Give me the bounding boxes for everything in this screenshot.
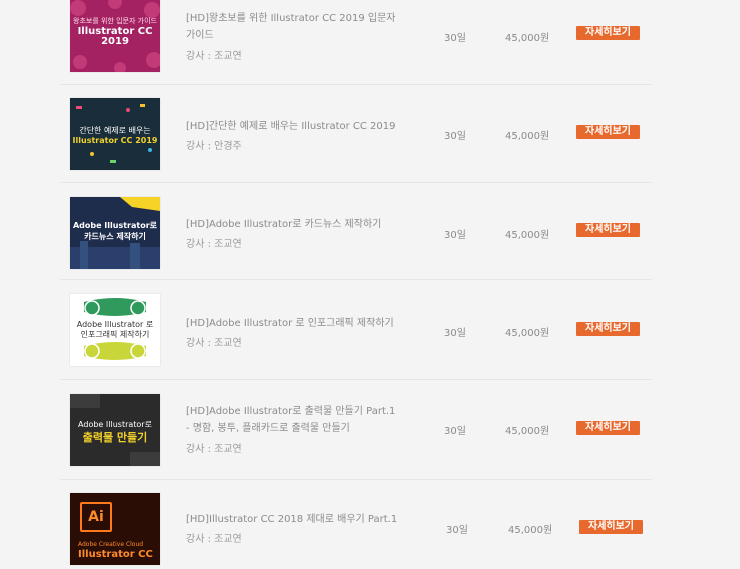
course-duration: 30일 bbox=[444, 426, 466, 437]
details-button[interactable]: 자세히보기 bbox=[576, 421, 640, 435]
thumbnail-title: Illustrator CC 2019 bbox=[72, 136, 158, 145]
course-thumbnail[interactable]: Adobe Illustrator로 카드뉴스 제작하기 bbox=[70, 197, 160, 269]
details-button[interactable]: 자세히보기 bbox=[576, 125, 640, 139]
details-button[interactable]: 자세히보기 bbox=[579, 520, 643, 534]
course-duration: 30일 bbox=[444, 131, 466, 142]
course-teacher: 강사 : 조교연 bbox=[186, 444, 242, 455]
course-thumbnail[interactable]: Adobe Illustrator로 출력물 만들기 bbox=[70, 394, 160, 466]
thumbnail-subtitle: 인포그래픽 제작하기 bbox=[80, 330, 150, 339]
course-thumbnail[interactable]: 왕초보를 위한 입문자 가이드 Illustrator CC 2019 bbox=[70, 0, 160, 72]
course-teacher: 강사 : 조교연 bbox=[186, 338, 242, 349]
details-button[interactable]: 자세히보기 bbox=[576, 26, 640, 40]
course-title[interactable]: [HD]Adobe Illustrator 로 인포그래픽 제작하기 bbox=[186, 315, 401, 332]
course-title[interactable]: [HD]Adobe Illustrator로 출력물 만들기 Part.1 - … bbox=[186, 403, 401, 437]
course-row: Ai Adobe Creative Cloud Illustrator CC [… bbox=[60, 479, 652, 569]
course-row: 왕초보를 위한 입문자 가이드 Illustrator CC 2019 [HD]… bbox=[60, 0, 652, 85]
course-thumbnail[interactable]: Adobe Illustrator 로 인포그래픽 제작하기 bbox=[70, 294, 160, 366]
course-teacher: 강사 : 조교연 bbox=[186, 239, 242, 250]
course-thumbnail[interactable]: 간단한 예제로 배우는 Illustrator CC 2019 bbox=[70, 98, 160, 170]
course-duration: 30일 bbox=[446, 525, 468, 536]
course-title[interactable]: [HD]Illustrator CC 2018 제대로 배우기 Part.1 bbox=[186, 511, 401, 528]
thumbnail-subtitle: Adobe Illustrator로 bbox=[78, 420, 152, 429]
course-teacher: 강사 : 안경주 bbox=[186, 141, 242, 152]
dark-background-icon bbox=[70, 394, 160, 466]
illustrator-logo-icon: Ai bbox=[80, 502, 112, 532]
course-title[interactable]: [HD]간단한 예제로 배우는 Illustrator CC 2019 bbox=[186, 118, 401, 135]
thumbnail-subtitle: 왕초보를 위한 입문자 가이드 bbox=[73, 17, 157, 25]
course-duration: 30일 bbox=[444, 33, 466, 44]
thumbnail-subtitle: Adobe Creative Cloud bbox=[78, 541, 144, 548]
course-list: 왕초보를 위한 입문자 가이드 Illustrator CC 2019 [HD]… bbox=[0, 0, 740, 565]
course-row: Adobe Illustrator로 출력물 만들기 [HD]Adobe Ill… bbox=[60, 379, 652, 480]
thumbnail-subtitle: 카드뉴스 제작하기 bbox=[84, 232, 146, 241]
course-price: 45,000원 bbox=[505, 131, 550, 142]
course-row: Adobe Illustrator로 카드뉴스 제작하기 [HD]Adobe I… bbox=[60, 182, 652, 280]
illustrator-logo-text: Ai bbox=[88, 509, 104, 525]
details-button[interactable]: 자세히보기 bbox=[576, 223, 640, 237]
course-price: 45,000원 bbox=[505, 33, 550, 44]
thumbnail-title: Adobe Illustrator로 bbox=[72, 221, 158, 230]
course-duration: 30일 bbox=[444, 230, 466, 241]
thumbnail-title: Adobe Illustrator 로 bbox=[76, 320, 154, 329]
thumbnail-title: 출력물 만들기 bbox=[82, 431, 148, 444]
course-price: 45,000원 bbox=[505, 426, 550, 437]
course-row: 간단한 예제로 배우는 Illustrator CC 2019 [HD]간단한 … bbox=[60, 84, 652, 183]
course-row: Adobe Illustrator 로 인포그래픽 제작하기 [HD]Adobe… bbox=[60, 279, 652, 380]
course-price: 45,000원 bbox=[505, 230, 550, 241]
details-button[interactable]: 자세히보기 bbox=[576, 322, 640, 336]
course-title[interactable]: [HD]Adobe Illustrator로 카드뉴스 제작하기 bbox=[186, 216, 401, 233]
thumbnail-subtitle: 간단한 예제로 배우는 bbox=[79, 126, 151, 135]
course-duration: 30일 bbox=[444, 328, 466, 339]
course-price: 45,000원 bbox=[508, 525, 553, 536]
course-teacher: 강사 : 조교연 bbox=[186, 534, 242, 545]
course-teacher: 강사 : 조교연 bbox=[186, 51, 242, 62]
course-title[interactable]: [HD]왕초보를 위한 Illustrator CC 2019 입문자 가이드 bbox=[186, 10, 401, 44]
course-price: 45,000원 bbox=[505, 328, 550, 339]
course-thumbnail[interactable]: Ai Adobe Creative Cloud Illustrator CC bbox=[70, 493, 160, 565]
thumbnail-title: Illustrator CC 2019 bbox=[77, 26, 153, 47]
